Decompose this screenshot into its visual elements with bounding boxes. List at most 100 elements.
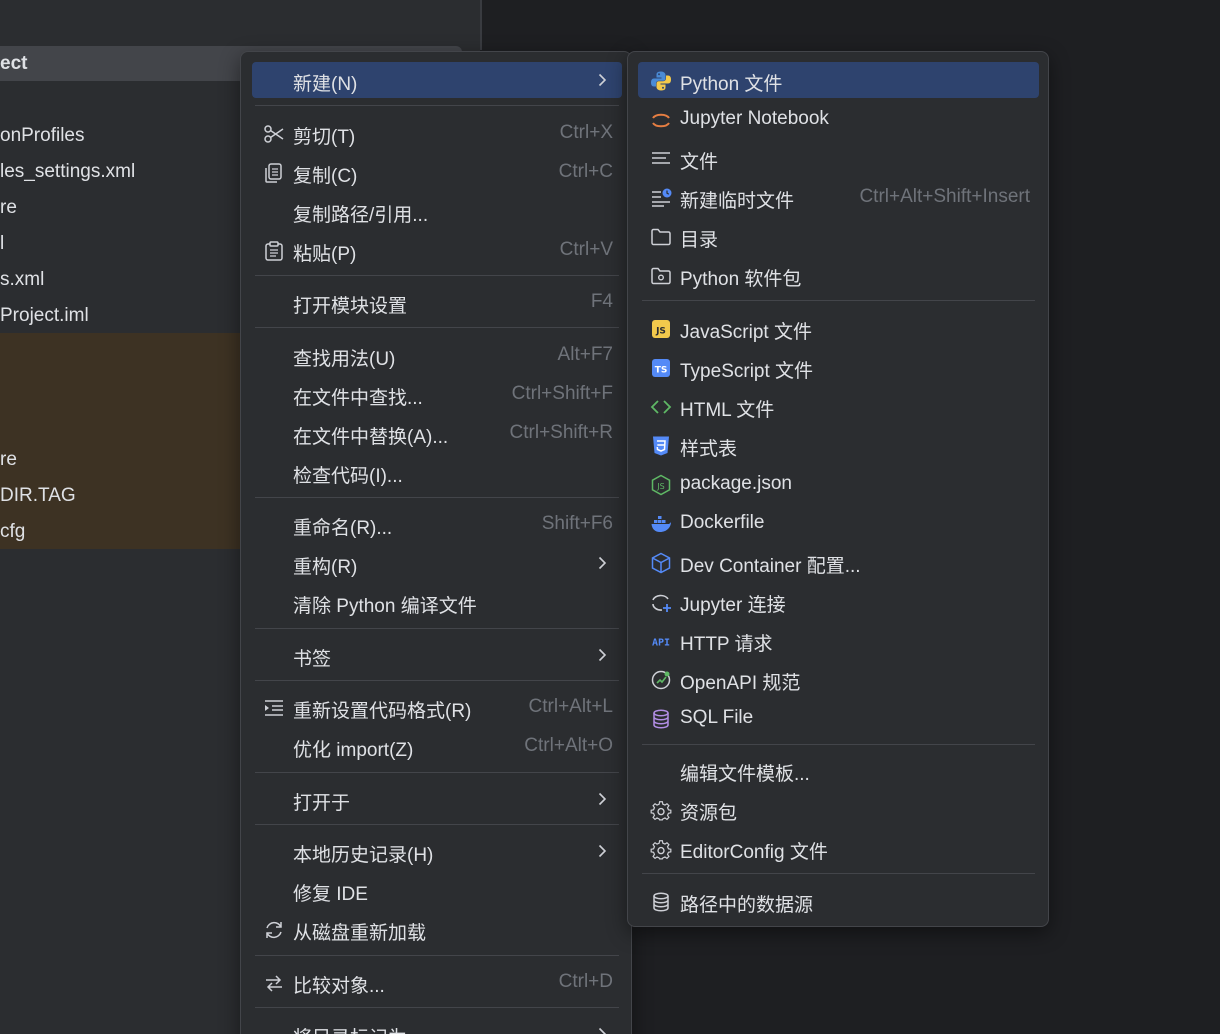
css-icon [653, 436, 669, 456]
submenu-item-dockerfile[interactable]: Dockerfile [638, 505, 1039, 541]
menu-separator [642, 300, 1035, 301]
jupyter-connection-icon [652, 594, 671, 612]
menu-item-optimize-imports[interactable]: 优化 import(Z) Ctrl+Alt+O [252, 728, 622, 764]
chevron-right-icon [598, 648, 607, 662]
submenu-item-package-json[interactable]: JS package.json [638, 466, 1039, 502]
menu-item-paste[interactable]: 粘贴(P) Ctrl+V [252, 232, 622, 268]
menu-item-rename[interactable]: 重命名(R)... Shift+F6 [252, 506, 622, 542]
new-submenu: Python 文件 Jupyter Notebook 文件 新建临时文件 Ctr… [627, 51, 1049, 927]
submenu-item-stylesheet[interactable]: 样式表 [638, 427, 1039, 463]
menu-item-refactor[interactable]: 重构(R) [252, 545, 622, 581]
submenu-item-scratch-file[interactable]: 新建临时文件 Ctrl+Alt+Shift+Insert [638, 179, 1039, 215]
submenu-item-sql-file[interactable]: SQL File [638, 700, 1039, 736]
submenu-item-python-file[interactable]: Python 文件 [638, 62, 1039, 98]
context-menu: 新建(N) 剪切(T) Ctrl+X 复制(C) Ctrl+C 复制路径/引用.… [240, 51, 632, 1034]
submenu-item-python-package[interactable]: Python 软件包 [638, 257, 1039, 293]
scissors-icon [264, 125, 284, 143]
svg-text:API: API [652, 638, 670, 649]
submenu-item-editorconfig[interactable]: EditorConfig 文件 [638, 830, 1039, 866]
chevron-right-icon [598, 792, 607, 806]
javascript-icon: JS [652, 320, 670, 338]
submenu-item-jupyter-connection[interactable]: Jupyter 连接 [638, 583, 1039, 619]
text-file-icon [652, 152, 670, 164]
database-icon [653, 892, 669, 912]
docker-icon [651, 516, 671, 532]
scratch-file-icon [652, 188, 672, 207]
tree-item[interactable]: re [0, 442, 17, 478]
chevron-right-icon [598, 556, 607, 570]
menu-item-open-in[interactable]: 打开于 [252, 781, 622, 817]
menu-item-mark-directory[interactable]: 将目录标记为 [252, 1016, 622, 1034]
menu-item-repair-ide[interactable]: 修复 IDE [252, 872, 622, 908]
cube-icon [651, 552, 671, 574]
submenu-item-dev-container[interactable]: Dev Container 配置... [638, 544, 1039, 580]
menu-separator [642, 744, 1035, 745]
menu-item-bookmarks[interactable]: 书签 [252, 637, 622, 673]
submenu-item-directory[interactable]: 目录 [638, 218, 1039, 254]
menu-item-module-settings[interactable]: 打开模块设置 F4 [252, 284, 622, 320]
menu-separator [255, 275, 619, 276]
menu-item-reload[interactable]: 从磁盘重新加载 [252, 911, 622, 947]
gear-icon [650, 801, 672, 821]
jupyter-icon [652, 113, 670, 128]
tree-item[interactable]: Project.iml [0, 298, 89, 334]
html-icon [650, 400, 672, 414]
compare-icon [266, 975, 282, 992]
copy-icon [265, 163, 282, 183]
submenu-item-file[interactable]: 文件 [638, 140, 1039, 176]
python-icon [651, 71, 671, 91]
menu-separator [255, 955, 619, 956]
menu-item-new[interactable]: 新建(N) [252, 62, 622, 98]
submenu-item-resource-bundle[interactable]: 资源包 [638, 791, 1039, 827]
menu-separator [255, 628, 619, 629]
tree-item[interactable]: re [0, 190, 17, 226]
submenu-item-javascript-file[interactable]: JS JavaScript 文件 [638, 310, 1039, 346]
chevron-right-icon [598, 844, 607, 858]
menu-item-cut[interactable]: 剪切(T) Ctrl+X [252, 115, 622, 151]
svg-text:JS: JS [655, 327, 666, 337]
menu-item-copy[interactable]: 复制(C) Ctrl+C [252, 154, 622, 190]
menu-item-copy-path[interactable]: 复制路径/引用... [252, 193, 622, 229]
submenu-item-jupyter-notebook[interactable]: Jupyter Notebook [638, 101, 1039, 137]
project-header-title: ect [0, 53, 28, 74]
reload-icon [266, 921, 282, 939]
openapi-icon [651, 670, 671, 690]
submenu-item-typescript-file[interactable]: TS TypeScript 文件 [638, 349, 1039, 385]
menu-separator [255, 680, 619, 681]
submenu-item-edit-templates[interactable]: 编辑文件模板... [638, 752, 1039, 788]
tree-item[interactable]: s.xml [0, 262, 44, 298]
svg-text:TS: TS [655, 366, 668, 376]
gear-icon [650, 840, 672, 860]
menu-separator [642, 873, 1035, 874]
menu-separator [255, 497, 619, 498]
menu-item-clean-python[interactable]: 清除 Python 编译文件 [252, 584, 622, 620]
nodejs-icon: JS [651, 474, 671, 496]
menu-item-local-history[interactable]: 本地历史记录(H) [252, 833, 622, 869]
menu-separator [255, 772, 619, 773]
tree-item[interactable]: cfg [0, 514, 25, 550]
menu-separator [255, 824, 619, 825]
excluded-folder-highlight [0, 333, 240, 549]
chevron-right-icon [598, 1027, 607, 1034]
reformat-icon [265, 700, 283, 716]
submenu-item-html-file[interactable]: HTML 文件 [638, 388, 1039, 424]
menu-item-find-usages[interactable]: 查找用法(U) Alt+F7 [252, 337, 622, 373]
editor-divider [480, 0, 482, 50]
submenu-item-openapi[interactable]: OpenAPI 规范 [638, 661, 1039, 697]
tree-item[interactable]: DIR.TAG [0, 478, 76, 514]
menu-item-inspect-code[interactable]: 检查代码(I)... [252, 454, 622, 490]
typescript-icon: TS [652, 359, 670, 377]
tree-item[interactable]: onProfiles [0, 118, 85, 154]
submenu-item-data-source-path[interactable]: 路径中的数据源 [638, 883, 1039, 919]
menu-item-compare-with[interactable]: 比较对象... Ctrl+D [252, 964, 622, 1000]
tree-item[interactable]: les_settings.xml [0, 154, 135, 190]
submenu-item-http-request[interactable]: API HTTP 请求 [638, 622, 1039, 658]
menu-item-replace-in-files[interactable]: 在文件中替换(A)... Ctrl+Shift+R [252, 415, 622, 451]
menu-separator [255, 105, 619, 106]
menu-item-reformat[interactable]: 重新设置代码格式(R) Ctrl+Alt+L [252, 689, 622, 725]
menu-item-find-in-files[interactable]: 在文件中查找... Ctrl+Shift+F [252, 376, 622, 412]
tree-item[interactable]: l [0, 226, 4, 262]
svg-text:JS: JS [656, 482, 664, 491]
menu-separator [255, 1007, 619, 1008]
package-folder-icon [651, 267, 671, 285]
